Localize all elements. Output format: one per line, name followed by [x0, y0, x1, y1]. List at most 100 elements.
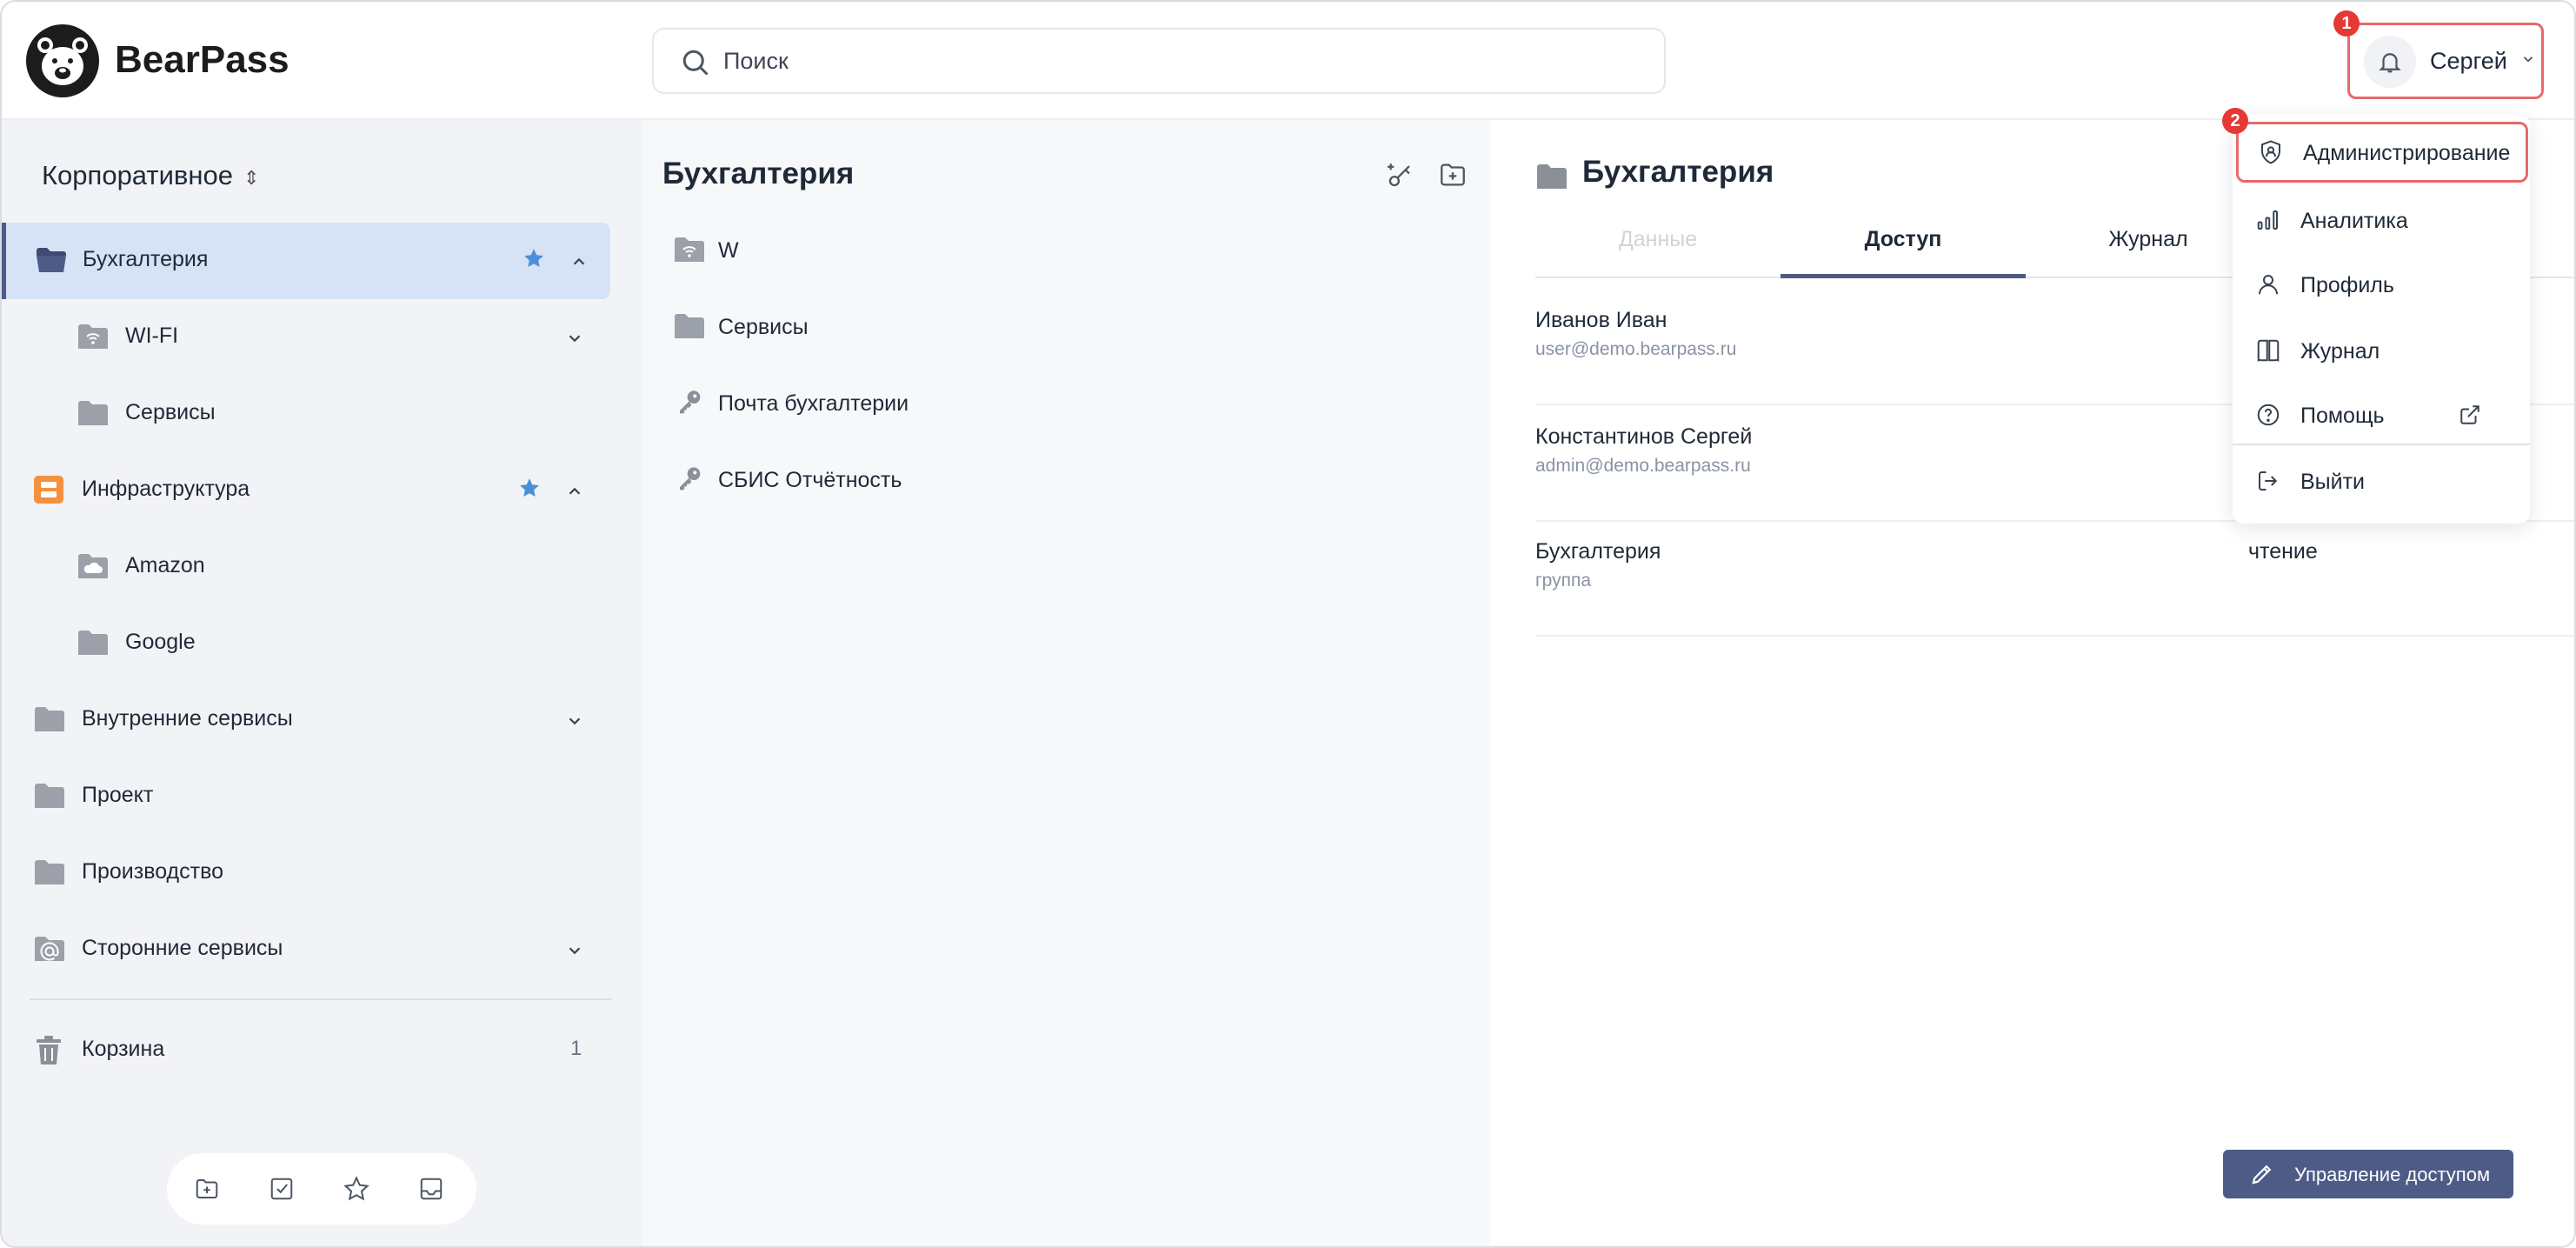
- list-item[interactable]: Почта бухгалтерии: [673, 377, 1473, 430]
- list-item[interactable]: СБИС Отчётность: [673, 454, 1473, 506]
- sidebar-item-proizvodstvo[interactable]: Производство: [2, 835, 610, 911]
- sidebar-item-buhgalteria[interactable]: Бухгалтерия: [2, 223, 610, 299]
- sidebar-item-storonnie-servisy[interactable]: Сторонние сервисы: [2, 911, 610, 988]
- bottom-toolbar: [167, 1153, 476, 1225]
- menu-item-label: Администрирование: [2303, 141, 2511, 165]
- chevron-up-icon[interactable]: [565, 482, 584, 501]
- at-folder-icon: [35, 937, 64, 961]
- folder-icon: [35, 860, 64, 884]
- menu-item-administration[interactable]: Администрирование: [2236, 122, 2528, 183]
- sidebar-item-google[interactable]: Google: [2, 605, 610, 682]
- folder-icon: [78, 401, 108, 425]
- menu-item-label: Журнал: [2300, 339, 2380, 364]
- wifi-folder-icon: [675, 237, 704, 262]
- bear-logo-icon[interactable]: [26, 24, 99, 97]
- chevron-up-icon[interactable]: [569, 252, 589, 271]
- key-icon: [680, 390, 701, 414]
- search-box[interactable]: [652, 28, 1666, 94]
- logout-icon: [2259, 471, 2278, 491]
- brand-name: BearPass: [115, 38, 290, 81]
- access-email: user@demo.bearpass.ru: [1535, 339, 1737, 359]
- user-dropdown-menu: Администрирование Аналитика Профиль Журн…: [2233, 115, 2530, 524]
- key-icon: [680, 467, 701, 491]
- tab-data[interactable]: Данные: [1535, 217, 1781, 278]
- favorites-star-icon[interactable]: [343, 1176, 370, 1202]
- access-email: admin@demo.bearpass.ru: [1535, 456, 1751, 476]
- sidebar-item-servisy[interactable]: Сервисы: [2, 376, 610, 452]
- access-type: группа: [1535, 571, 1592, 591]
- menu-item-journal[interactable]: Журнал: [2233, 320, 2530, 381]
- star-icon[interactable]: [518, 477, 541, 499]
- folder-icon: [35, 707, 64, 731]
- external-link-icon: [2460, 405, 2479, 424]
- menu-item-label: Помощь: [2300, 404, 2385, 428]
- chevron-down-icon[interactable]: [565, 711, 584, 731]
- chevron-down-icon: [2523, 57, 2533, 63]
- step-badge-2: 2: [2222, 108, 2248, 134]
- app-window: BearPass Сергей 1 Корпоративное ⇕ Бухгалт…: [0, 0, 2576, 1248]
- detail-title: Бухгалтерия: [1582, 155, 1774, 189]
- folder-icon: [1537, 164, 1567, 189]
- user-name: Сергей: [2430, 48, 2507, 74]
- vault-selector[interactable]: Корпоративное ⇕: [42, 160, 259, 191]
- trash-count: 1: [570, 1037, 582, 1060]
- pencil-icon: [2252, 1165, 2272, 1185]
- sidebar-item-label: Инфраструктура: [82, 477, 250, 501]
- sidebar-item-label: Производство: [82, 859, 224, 884]
- access-name: Бухгалтерия: [1535, 539, 1661, 564]
- list-item-label: W: [718, 238, 739, 263]
- sidebar-item-label: Сторонние сервисы: [82, 936, 283, 960]
- menu-item-profile[interactable]: Профиль: [2233, 254, 2530, 315]
- list-item-label: Сервисы: [718, 315, 809, 339]
- sidebar-item-label: Google: [125, 630, 196, 654]
- sidebar: Корпоративное ⇕ Бухгалтерия WI-FI Сервисы…: [2, 120, 642, 1246]
- menu-item-help[interactable]: Помощь: [2233, 384, 2530, 445]
- list-item[interactable]: W: [673, 224, 1473, 277]
- add-secret-key-icon[interactable]: [1386, 160, 1415, 190]
- manage-access-button[interactable]: Управление доступом: [2223, 1150, 2513, 1198]
- sidebar-item-label: Проект: [82, 783, 154, 807]
- sidebar-item-infrastruktura[interactable]: Инфраструктура: [2, 452, 610, 529]
- sidebar-item-trash[interactable]: Корзина 1: [2, 1012, 610, 1089]
- sidebar-item-label: Корзина: [82, 1037, 165, 1061]
- folder-icon: [78, 631, 108, 655]
- table-row[interactable]: Бухгалтерия группа чтение: [1535, 522, 2574, 637]
- chevron-down-icon[interactable]: [565, 329, 584, 348]
- menu-divider: [2233, 444, 2530, 445]
- add-folder-icon[interactable]: [1438, 160, 1468, 190]
- user-menu-trigger[interactable]: Сергей: [2347, 23, 2544, 99]
- checklist-icon[interactable]: [268, 1176, 296, 1202]
- list-item-label: СБИС Отчётность: [718, 468, 902, 492]
- sidebar-item-wifi[interactable]: WI-FI: [2, 299, 610, 376]
- step-badge-1: 1: [2333, 10, 2360, 37]
- sidebar-item-label: Amazon: [125, 553, 205, 577]
- access-level: чтение: [2248, 539, 2318, 564]
- analytics-icon: [2257, 210, 2278, 230]
- sidebar-item-label: Сервисы: [125, 400, 216, 424]
- search-icon: [682, 50, 709, 76]
- inbox-icon[interactable]: [417, 1176, 445, 1202]
- profile-icon: [2259, 275, 2278, 295]
- star-icon[interactable]: [523, 247, 545, 270]
- menu-item-analytics[interactable]: Аналитика: [2233, 190, 2530, 250]
- bell-icon: [2379, 53, 2401, 73]
- sort-arrows-icon: ⇕: [243, 167, 260, 189]
- sidebar-item-proekt[interactable]: Проект: [2, 758, 610, 835]
- chevron-down-icon[interactable]: [565, 941, 584, 960]
- add-folder-icon[interactable]: [193, 1176, 221, 1202]
- sidebar-item-amazon[interactable]: Amazon: [2, 529, 610, 605]
- notifications-button[interactable]: [2364, 36, 2416, 88]
- admin-shield-icon: [2261, 140, 2280, 164]
- book-icon: [2257, 339, 2280, 362]
- folder-icon: [35, 784, 64, 808]
- list-item[interactable]: Сервисы: [673, 301, 1473, 353]
- tab-access[interactable]: Доступ: [1781, 217, 2026, 278]
- trash-icon: [37, 1036, 61, 1064]
- search-input[interactable]: [723, 42, 1636, 80]
- sidebar-item-vnutrennie-servisy[interactable]: Внутренние сервисы: [2, 682, 610, 758]
- menu-item-logout[interactable]: Выйти: [2233, 450, 2530, 511]
- sidebar-item-label: Внутренние сервисы: [82, 706, 293, 731]
- sidebar-item-label: WI-FI: [125, 324, 179, 348]
- server-folder-icon: [34, 476, 63, 504]
- vault-name: Корпоративное: [42, 160, 233, 190]
